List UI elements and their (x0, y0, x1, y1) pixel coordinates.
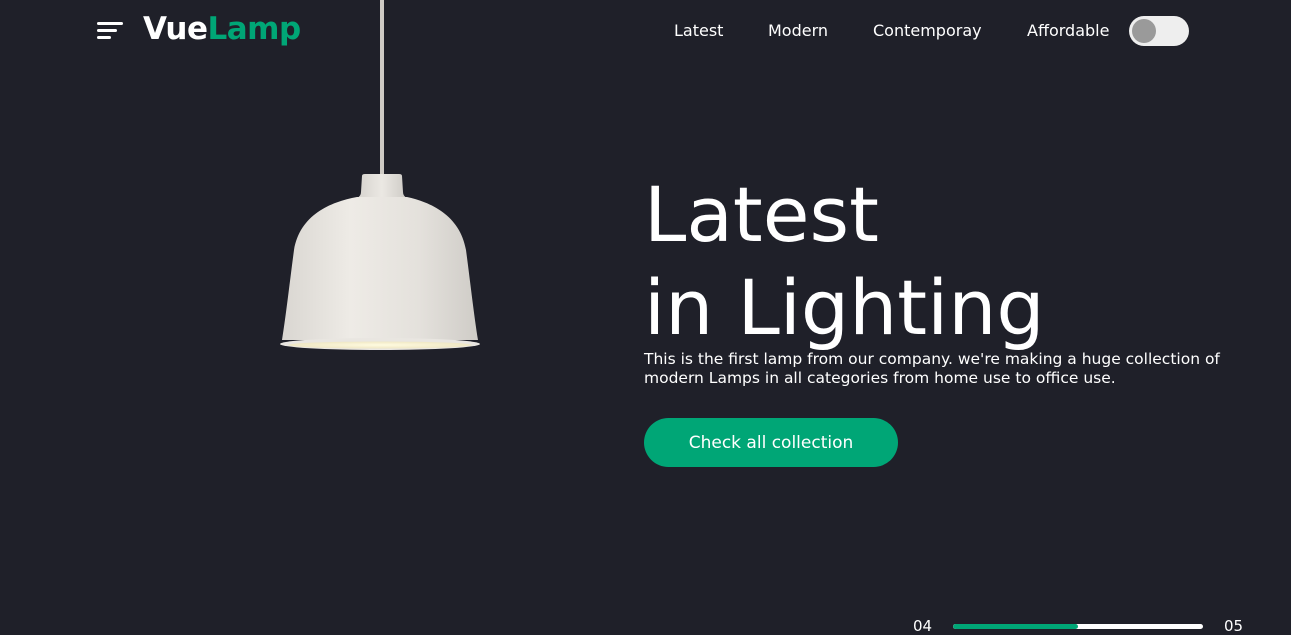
nav-link-latest[interactable]: Latest (674, 20, 723, 42)
pager-current: 04 (913, 617, 933, 635)
check-all-collection-button[interactable]: Check all collection (644, 418, 898, 467)
slide-progress-fill (953, 624, 1078, 629)
hero-description: This is the first lamp from our company.… (644, 350, 1220, 387)
nav-link-affordable[interactable]: Affordable (1027, 20, 1109, 42)
page: VueLamp Latest Modern Contemporay Afford… (0, 0, 1291, 635)
theme-toggle[interactable] (1129, 16, 1189, 46)
hero-title: Latest in Lighting (644, 168, 1045, 354)
nav-link-modern[interactable]: Modern (768, 20, 828, 42)
nav-link-contemporay[interactable]: Contemporay (873, 20, 982, 42)
toggle-knob (1132, 19, 1156, 43)
pendant-lamp-image (280, 0, 480, 350)
hero-title-line-2: in Lighting (644, 263, 1045, 352)
pager-total: 05 (1224, 617, 1244, 635)
main-nav: Latest Modern Contemporay Affordable (0, 20, 1291, 42)
slide-progress-bar (953, 624, 1203, 629)
hero-title-line-1: Latest (644, 170, 879, 259)
